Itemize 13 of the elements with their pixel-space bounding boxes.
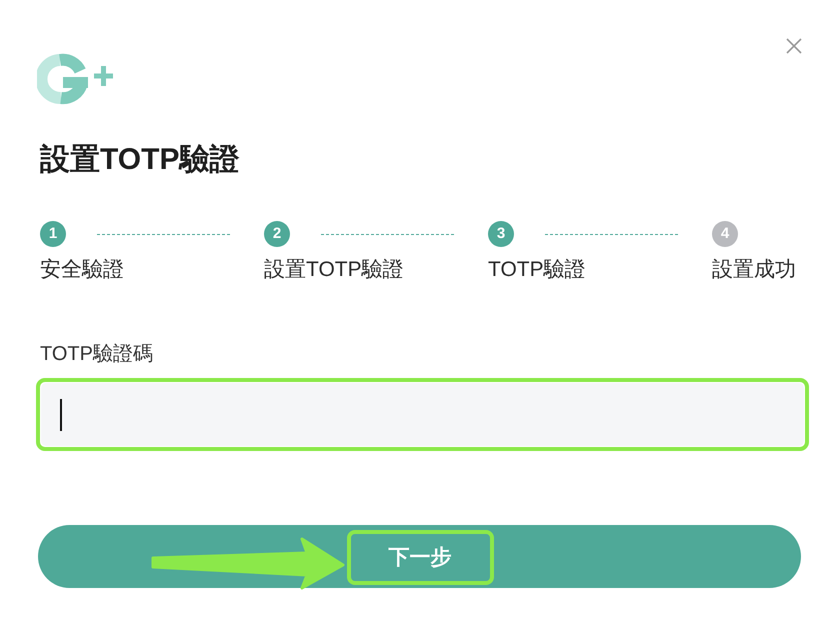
close-button[interactable] [785, 37, 803, 55]
step-label: 設置成功 [712, 257, 796, 283]
field-label: TOTP驗證碼 [40, 342, 153, 366]
step-number: 3 [488, 221, 514, 247]
step-number: 4 [712, 221, 738, 247]
step-label: 安全驗證 [40, 257, 124, 283]
close-icon [785, 37, 803, 55]
step-label: TOTP驗證 [488, 257, 586, 283]
step-label: 設置TOTP驗證 [264, 257, 404, 283]
logo-icon [37, 53, 116, 105]
dialog-title: 設置TOTP驗證 [40, 143, 240, 177]
step-number: 1 [40, 221, 66, 247]
step-number: 2 [264, 221, 290, 247]
